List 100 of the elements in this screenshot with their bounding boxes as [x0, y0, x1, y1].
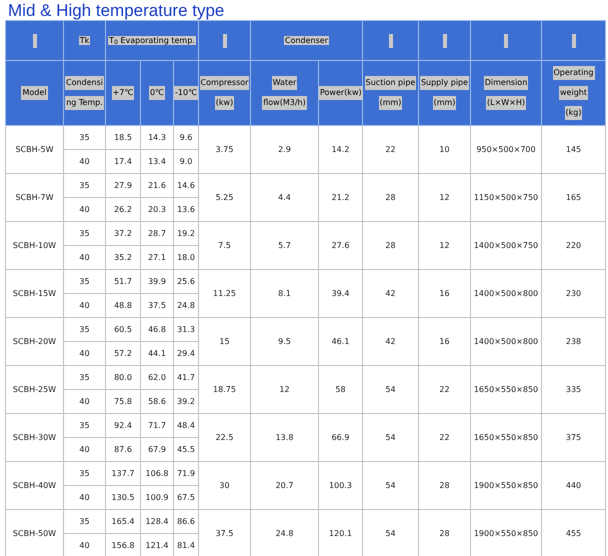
evap-plus7-cell: 48.8 — [114, 300, 132, 310]
power-cell: 66.9 — [332, 432, 350, 442]
power-cell: 27.6 — [332, 240, 350, 250]
tk-cell: 40 — [79, 156, 90, 166]
evap-minus10-cell: 24.8 — [177, 300, 195, 310]
compressor-cell: 7.5 — [218, 240, 231, 250]
evap-zero-cell: 13.4 — [148, 156, 166, 166]
tk-cell: 35 — [79, 516, 90, 526]
evap-minus10-cell: 14.6 — [177, 180, 195, 190]
evap-zero-cell: 62.0 — [148, 372, 166, 382]
evap-plus7-cell: 26.2 — [114, 204, 132, 214]
water-flow-cell: 9.5 — [278, 336, 291, 346]
evap-minus10-cell: 25.6 — [177, 276, 195, 286]
evap-plus7-cell: 156.8 — [112, 540, 134, 550]
evap-minus10-cell: 9.6 — [180, 132, 192, 142]
evap-minus10-cell: 45.5 — [177, 444, 195, 454]
evap-plus7-cell: 87.6 — [114, 444, 132, 454]
highlight-mark-icon — [388, 34, 392, 48]
compressor-cell: 3.75 — [216, 144, 234, 154]
weight-cell: 238 — [566, 336, 582, 346]
supply-pipe-header: Supply pipe (mm) — [420, 76, 470, 110]
evap-plus7-cell: 57.2 — [114, 348, 132, 358]
evap-minus10-cell: 71.9 — [177, 468, 195, 478]
evap-plus7-cell: 35.2 — [114, 252, 132, 262]
evap-minus10-cell: 39.2 — [177, 396, 195, 406]
evap-zero-cell: 39.9 — [148, 276, 166, 286]
water-flow-cell: 4.4 — [278, 192, 291, 202]
compressor-cell: 22.5 — [216, 432, 234, 442]
evap-plus7-cell: 165.4 — [112, 516, 134, 526]
tk-cell: 35 — [79, 276, 90, 286]
supply-pipe-cell: 22 — [439, 384, 450, 394]
evap-zero-cell: 71.7 — [148, 420, 166, 430]
model-cell: SCBH-10W — [12, 240, 56, 250]
tk-cell: 40 — [79, 348, 90, 358]
suction-pipe-cell: 22 — [385, 144, 396, 154]
power-cell: 21.2 — [332, 192, 350, 202]
suction-pipe-cell: 54 — [385, 528, 396, 538]
dimension-cell: 1650×550×850 — [474, 384, 538, 394]
evap-minus10-cell: 31.3 — [177, 324, 195, 334]
evap-zero-cell: 100.9 — [146, 492, 168, 502]
suction-pipe-cell: 28 — [385, 192, 396, 202]
suction-pipe-cell: 54 — [385, 432, 396, 442]
evaporating-temp-header: T$_{0}$ Evaporating temp. — [108, 36, 196, 44]
water-flow-cell: 2.9 — [278, 144, 291, 154]
evap-zero-cell: 121.4 — [146, 540, 168, 550]
compressor-cell: 5.25 — [216, 192, 234, 202]
tk-cell: 35 — [79, 420, 90, 430]
power-cell: 39.4 — [332, 288, 350, 298]
supply-pipe-cell: 12 — [439, 240, 450, 250]
dimension-cell: 1400×500×800 — [474, 336, 538, 346]
evap-plus7-cell: 75.8 — [114, 396, 132, 406]
water-flow-cell: 5.7 — [278, 240, 291, 250]
power-cell: 120.1 — [329, 528, 352, 538]
evap-minus10-cell: 19.2 — [177, 228, 195, 238]
condensing-temp-header: Condensi ng Temp. — [64, 76, 104, 110]
weight-cell: 220 — [566, 240, 582, 250]
compressor-cell: 18.75 — [213, 384, 236, 394]
dimension-cell: 950×500×700 — [476, 144, 536, 154]
evap-zero-cell: 128.4 — [146, 516, 168, 526]
dimension-cell: 1650×550×850 — [474, 432, 538, 442]
evap-zero-cell: 44.1 — [148, 348, 166, 358]
compressor-header: Compressor (kw) — [200, 76, 250, 110]
suction-pipe-cell: 42 — [385, 288, 396, 298]
evap-minus10-cell: 29.4 — [177, 348, 195, 358]
evap-plus7-cell: 17.4 — [114, 156, 132, 166]
evap-minus10-cell: 81.4 — [177, 540, 195, 550]
evap-zero-cell: 27.1 — [148, 252, 166, 262]
model-header: Model — [21, 86, 48, 100]
evap-plus7-cell: 92.4 — [114, 420, 132, 430]
evap-plus7-cell: 37.2 — [114, 228, 132, 238]
evap-plus7-cell: 27.9 — [114, 180, 132, 190]
model-cell: SCBH-15W — [12, 288, 56, 298]
evap-minus10-cell: 41.7 — [177, 372, 195, 382]
compressor-cell: 15 — [219, 336, 230, 346]
evap-plus7-cell: 60.5 — [114, 324, 132, 334]
tk-cell: 40 — [79, 444, 90, 454]
power-cell: 100.3 — [329, 480, 352, 490]
tk-cell: 35 — [79, 372, 90, 382]
highlight-mark-icon — [504, 34, 508, 48]
evap-minus10-cell: 13.6 — [177, 204, 195, 214]
dimension-cell: 1900×550×850 — [474, 480, 538, 490]
model-cell: SCBH-30W — [12, 432, 56, 442]
water-flow-cell: 20.7 — [276, 480, 294, 490]
evap-zero-cell: 20.3 — [148, 204, 166, 214]
water-flow-cell: 13.8 — [276, 432, 294, 442]
evap-minus10-cell: 48.4 — [177, 420, 195, 430]
weight-cell: 230 — [566, 288, 582, 298]
condenser-header: Condenser — [284, 36, 329, 44]
dimension-cell: 1900×550×850 — [474, 528, 538, 538]
evap-minus10-cell: 86.6 — [177, 516, 195, 526]
evap-plus7-cell: 130.5 — [112, 492, 134, 502]
tk-cell: 40 — [79, 492, 90, 502]
power-cell: 14.2 — [332, 144, 350, 154]
power-cell: 58 — [335, 384, 346, 394]
tk-cell: 35 — [79, 324, 90, 334]
tk-cell: 40 — [79, 300, 90, 310]
suction-pipe-cell: 42 — [385, 336, 396, 346]
evap-plus7-cell: 51.7 — [114, 276, 132, 286]
supply-pipe-cell: 28 — [439, 528, 450, 538]
evap-zero-cell: 28.7 — [148, 228, 166, 238]
